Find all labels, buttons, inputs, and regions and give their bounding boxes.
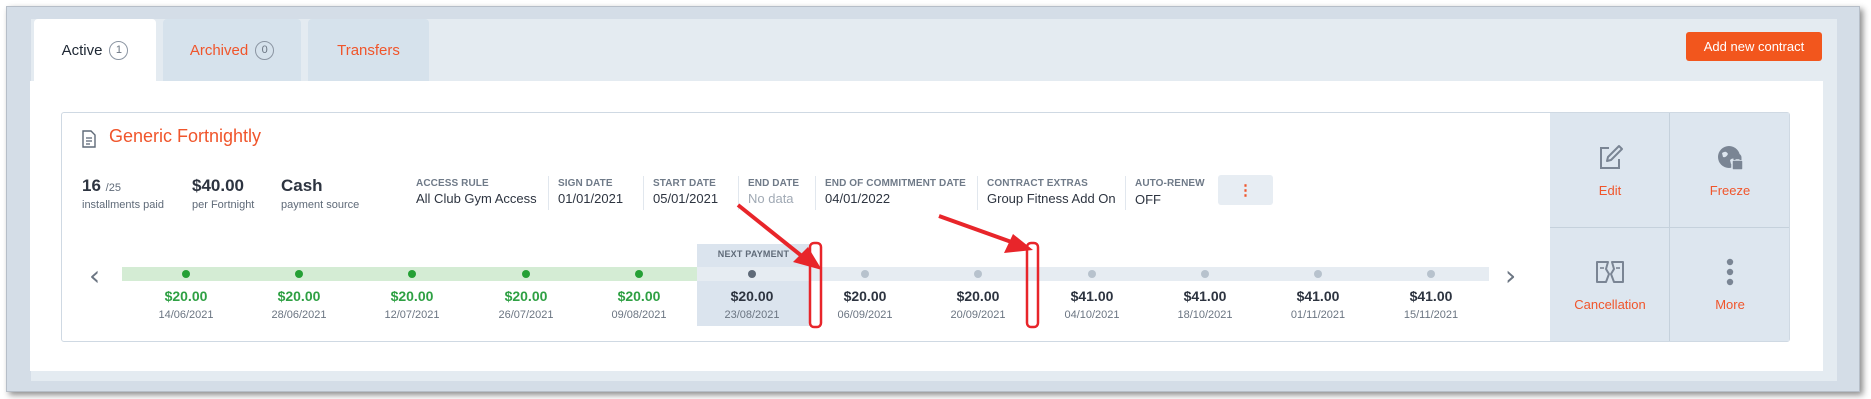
payment-amount: $20.00 [277, 288, 321, 304]
contract-card [61, 112, 1790, 342]
payment-dot [1314, 270, 1322, 278]
more-actions-button[interactable]: More [1671, 228, 1789, 341]
payment-amount: $20.00 [730, 288, 774, 304]
freeze-label: Freeze [1709, 183, 1751, 198]
payment-amount: $20.00 [956, 288, 1000, 304]
payment-amount: $20.00 [390, 288, 434, 304]
installments-paid: 16 /25 [82, 176, 121, 196]
kebab-icon: ⋮ [1238, 182, 1253, 199]
next-payment-label: NEXT PAYMENT [717, 249, 790, 259]
cancellation-icon [1596, 261, 1624, 283]
payment-dot [1088, 270, 1096, 278]
start-date-value: 05/01/2021 [653, 191, 719, 206]
payment-dot [635, 270, 643, 278]
payment-source-label: payment source [281, 199, 360, 211]
payment-dot [861, 270, 869, 278]
payment-date: 20/09/2021 [950, 309, 1006, 321]
payment-dot [408, 270, 416, 278]
timeline-next-icon[interactable]: › [1505, 262, 1516, 290]
price-label: per Fortnight [192, 199, 255, 211]
auto-renew-label: AUTO-RENEW [1135, 178, 1205, 189]
payment-date: 28/06/2021 [271, 309, 327, 321]
field-divider [977, 176, 978, 210]
field-divider [643, 176, 644, 210]
payment-date: 23/08/2021 [724, 309, 780, 321]
freeze-icon [1718, 146, 1744, 171]
tab-archived-label: Archived [189, 41, 249, 59]
add-new-contract-button[interactable]: Add new contract [1686, 32, 1822, 61]
payment-dot [1427, 270, 1435, 278]
end-date-value: No data [748, 191, 794, 206]
contract-extras-value: Group Fitness Add On [987, 191, 1116, 206]
payment-amount: $20.00 [164, 288, 208, 304]
contract-extras-label: CONTRACT EXTRAS [987, 178, 1088, 189]
timeline-prev-icon[interactable]: ‹ [89, 262, 100, 290]
tab-archived[interactable]: Archived 0 [163, 19, 301, 81]
access-rule-label: ACCESS RULE [416, 178, 489, 189]
access-rule-value: All Club Gym Access [416, 191, 537, 206]
payment-date: 04/10/2021 [1064, 309, 1120, 321]
tab-transfers[interactable]: Transfers [308, 19, 429, 81]
field-divider [738, 176, 739, 210]
auto-renew-value: OFF [1135, 192, 1161, 207]
installments-count: 16 [82, 176, 101, 195]
installments-label: installments paid [82, 199, 164, 211]
payment-dot [522, 270, 530, 278]
more-fields-button[interactable]: ⋮ [1218, 175, 1273, 205]
edit-icon [1600, 145, 1623, 169]
tab-transfers-label: Transfers [337, 41, 400, 59]
freeze-button[interactable]: Freeze [1671, 114, 1789, 227]
price-value: $40.00 [192, 176, 244, 195]
tab-archived-count: 0 [255, 40, 275, 60]
installments-total: /25 [105, 182, 121, 194]
end-of-commitment-value: 04/01/2022 [825, 191, 891, 206]
payment-date: 06/09/2021 [837, 309, 893, 321]
payment-date: 14/06/2021 [158, 309, 214, 321]
sign-date-label: SIGN DATE [558, 178, 613, 189]
payment-amount: $20.00 [843, 288, 887, 304]
contract-title: Generic Fortnightly [109, 126, 262, 146]
payment-amount: $20.00 [617, 288, 661, 304]
payment-dot [1201, 270, 1209, 278]
payment-date: 15/11/2021 [1403, 309, 1459, 321]
payment-amount: $20.00 [504, 288, 548, 304]
payment-source-value: Cash [281, 176, 323, 195]
sign-date-value: 01/01/2021 [558, 191, 624, 206]
document-icon [82, 130, 96, 148]
payment-date: 09/08/2021 [611, 309, 667, 321]
payment-dot [748, 270, 756, 278]
field-divider [1125, 176, 1126, 210]
tab-active-count: 1 [109, 40, 129, 60]
payment-dot [182, 270, 190, 278]
more-label: More [1715, 297, 1745, 312]
payment-dot [974, 270, 982, 278]
field-divider [815, 176, 816, 210]
payment-date: 26/07/2021 [498, 309, 554, 321]
tab-active-label: Active [61, 41, 103, 59]
end-date-label: END DATE [748, 178, 800, 189]
payment-date: 12/07/2021 [384, 309, 440, 321]
cancellation-label: Cancellation [1574, 297, 1646, 312]
edit-label: Edit [1598, 183, 1622, 198]
tab-active[interactable]: Active 1 [34, 19, 156, 81]
payment-amount: $41.00 [1070, 288, 1114, 304]
edit-button[interactable]: Edit [1551, 114, 1669, 227]
payment-amount: $41.00 [1409, 288, 1453, 304]
payment-amount: $41.00 [1183, 288, 1227, 304]
start-date-label: START DATE [653, 178, 716, 189]
payment-dot [295, 270, 303, 278]
cancellation-button[interactable]: Cancellation [1551, 228, 1669, 341]
payment-date: 18/10/2021 [1177, 309, 1233, 321]
more-vertical-icon [1726, 258, 1734, 286]
field-divider [548, 176, 549, 210]
payment-date: 01/11/2021 [1290, 309, 1346, 321]
payment-amount: $41.00 [1296, 288, 1340, 304]
end-of-commitment-label: END OF COMMITMENT DATE [825, 178, 966, 189]
